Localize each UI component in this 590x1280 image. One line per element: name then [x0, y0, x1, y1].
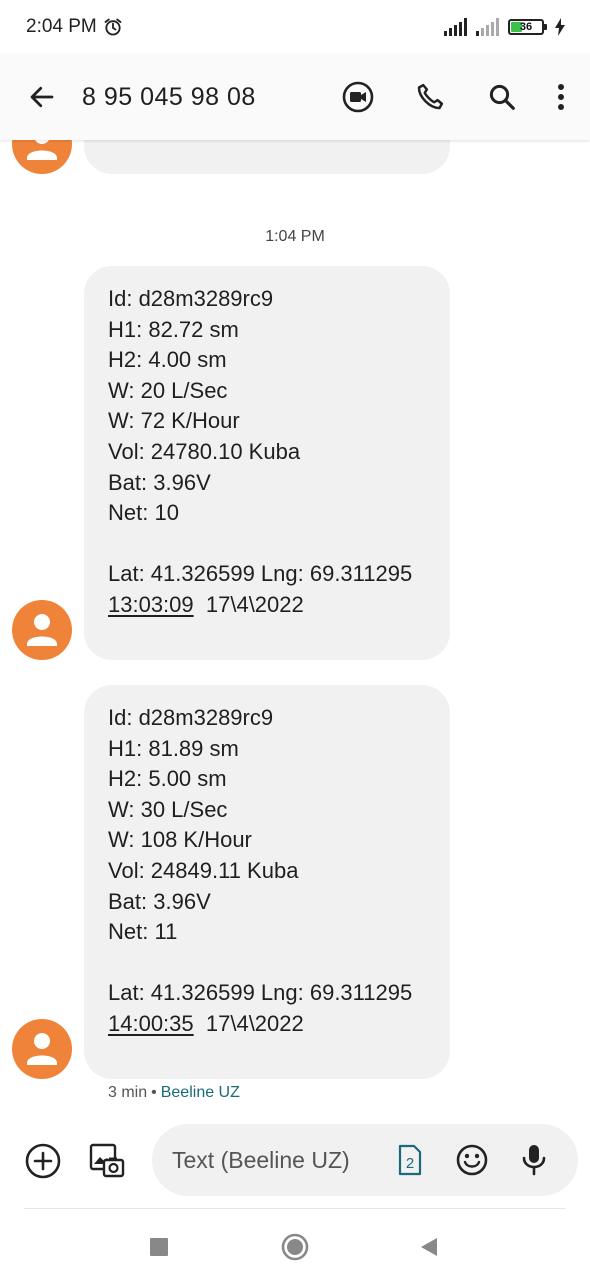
- message-line: Net: 11: [108, 919, 178, 945]
- message-line: W: 30 L/Sec: [108, 796, 228, 822]
- message-line: Net: 10: [108, 500, 179, 526]
- message-bubble-partial[interactable]: [84, 140, 450, 174]
- alarm-icon: [104, 18, 122, 36]
- compose-bar: 2: [0, 1122, 590, 1198]
- app-bar: 8 95 045 98 08: [0, 54, 590, 140]
- person-icon: [27, 614, 57, 646]
- contact-avatar[interactable]: [12, 1019, 72, 1079]
- call-button[interactable]: [402, 69, 458, 125]
- compose-field[interactable]: 2: [152, 1124, 578, 1196]
- back-nav-button[interactable]: [412, 1230, 446, 1264]
- time-link[interactable]: 14:00:35: [108, 1011, 194, 1036]
- video-call-icon: [342, 81, 374, 113]
- meta-separator: •: [151, 1084, 157, 1101]
- gallery-button[interactable]: [84, 1138, 130, 1184]
- add-circle-icon: [25, 1143, 61, 1179]
- message-line: Id: d28m3289rc9: [108, 705, 274, 730]
- message-line: H1: 81.89 sm: [108, 735, 239, 761]
- person-icon: [27, 1033, 57, 1065]
- time-divider: 1:04 PM: [265, 228, 325, 245]
- back-arrow-icon: [30, 86, 54, 108]
- microphone-icon: [522, 1145, 546, 1176]
- message-line: W: 20 L/Sec: [108, 377, 228, 403]
- message-bubble[interactable]: Id: d28m3289rc9 H1: 82.72 sm H2: 4.00 sm…: [84, 266, 450, 660]
- search-icon: [489, 84, 515, 110]
- battery-icon: 36: [508, 19, 547, 35]
- time-link[interactable]: 13:03:09: [108, 592, 194, 617]
- navigation-bar: [0, 1212, 590, 1280]
- more-vert-icon: [558, 84, 564, 110]
- status-icons: 36: [444, 18, 566, 36]
- message-line: Bat: 3.96V: [108, 888, 211, 914]
- contact-avatar[interactable]: [12, 600, 72, 660]
- status-time: 2:04 PM: [26, 16, 97, 37]
- person-icon: [27, 140, 57, 160]
- message-line: Vol: 24849.11 Kuba: [108, 857, 299, 883]
- message-meta: 3 min • Beeline UZ: [108, 1084, 240, 1102]
- sim-number: 2: [406, 1155, 414, 1172]
- message-line: Lat: 41.326599 Lng: 69.311295: [108, 561, 413, 587]
- message-line: H2: 5.00 sm: [108, 766, 227, 792]
- message-input[interactable]: [172, 1146, 382, 1174]
- emoji-icon: [456, 1144, 488, 1176]
- battery-level: 36: [519, 21, 533, 33]
- message-line: W: 108 K/Hour: [108, 827, 252, 853]
- message-line-datetime: 13:03:09 17\4\2022: [108, 590, 426, 621]
- search-button[interactable]: [474, 69, 530, 125]
- status-bar: 2:04 PM 36: [0, 0, 590, 54]
- message-line: W: 72 K/Hour: [108, 408, 240, 434]
- square-icon: [150, 1238, 168, 1256]
- recents-button[interactable]: [142, 1230, 176, 1264]
- back-button[interactable]: [20, 75, 64, 119]
- circle-icon: [281, 1233, 309, 1261]
- gallery-camera-icon: [89, 1143, 125, 1178]
- sim-card-icon[interactable]: 2: [398, 1144, 422, 1176]
- message-line: Id: d28m3289rc9: [108, 286, 274, 311]
- message-line: Bat: 3.96V: [108, 469, 211, 495]
- divider: [24, 1208, 566, 1209]
- triangle-back-icon: [421, 1238, 437, 1256]
- phone-icon: [417, 83, 444, 110]
- message-line-blank: [108, 948, 426, 979]
- add-attachment-button[interactable]: [20, 1138, 66, 1184]
- message-line: H2: 4.00 sm: [108, 347, 227, 373]
- voice-input-button[interactable]: [514, 1140, 554, 1180]
- message-line: Lat: 41.326599 Lng: 69.311295: [108, 980, 413, 1006]
- message-line-datetime: 14:00:35 17\4\2022: [108, 1009, 426, 1040]
- charging-icon: [555, 18, 565, 36]
- conversation-view[interactable]: 1:04 PM Id: d28m3289rc9 H1: 82.72 sm H2:…: [0, 140, 590, 1115]
- contact-avatar[interactable]: [12, 140, 72, 174]
- app-actions: [314, 69, 576, 125]
- message-line-blank: [108, 529, 426, 560]
- date-text: 17\4\2022: [205, 591, 304, 617]
- message-bubble[interactable]: Id: d28m3289rc9 H1: 81.89 sm H2: 5.00 sm…: [84, 685, 450, 1079]
- more-options-button[interactable]: [546, 69, 576, 125]
- date-text: 17\4\2022: [205, 1010, 304, 1036]
- video-call-button[interactable]: [330, 69, 386, 125]
- message-age: 3 min: [108, 1084, 148, 1101]
- carrier-label: Beeline UZ: [160, 1084, 240, 1101]
- contact-title: 8 95 045 98 08: [82, 82, 256, 111]
- signal-icon: [444, 18, 467, 36]
- home-button[interactable]: [278, 1230, 312, 1264]
- signal-icon-2: [476, 18, 499, 36]
- message-line: H1: 82.72 sm: [108, 316, 239, 342]
- message-line: Vol: 24780.10 Kuba: [108, 438, 301, 464]
- emoji-button[interactable]: [452, 1140, 492, 1180]
